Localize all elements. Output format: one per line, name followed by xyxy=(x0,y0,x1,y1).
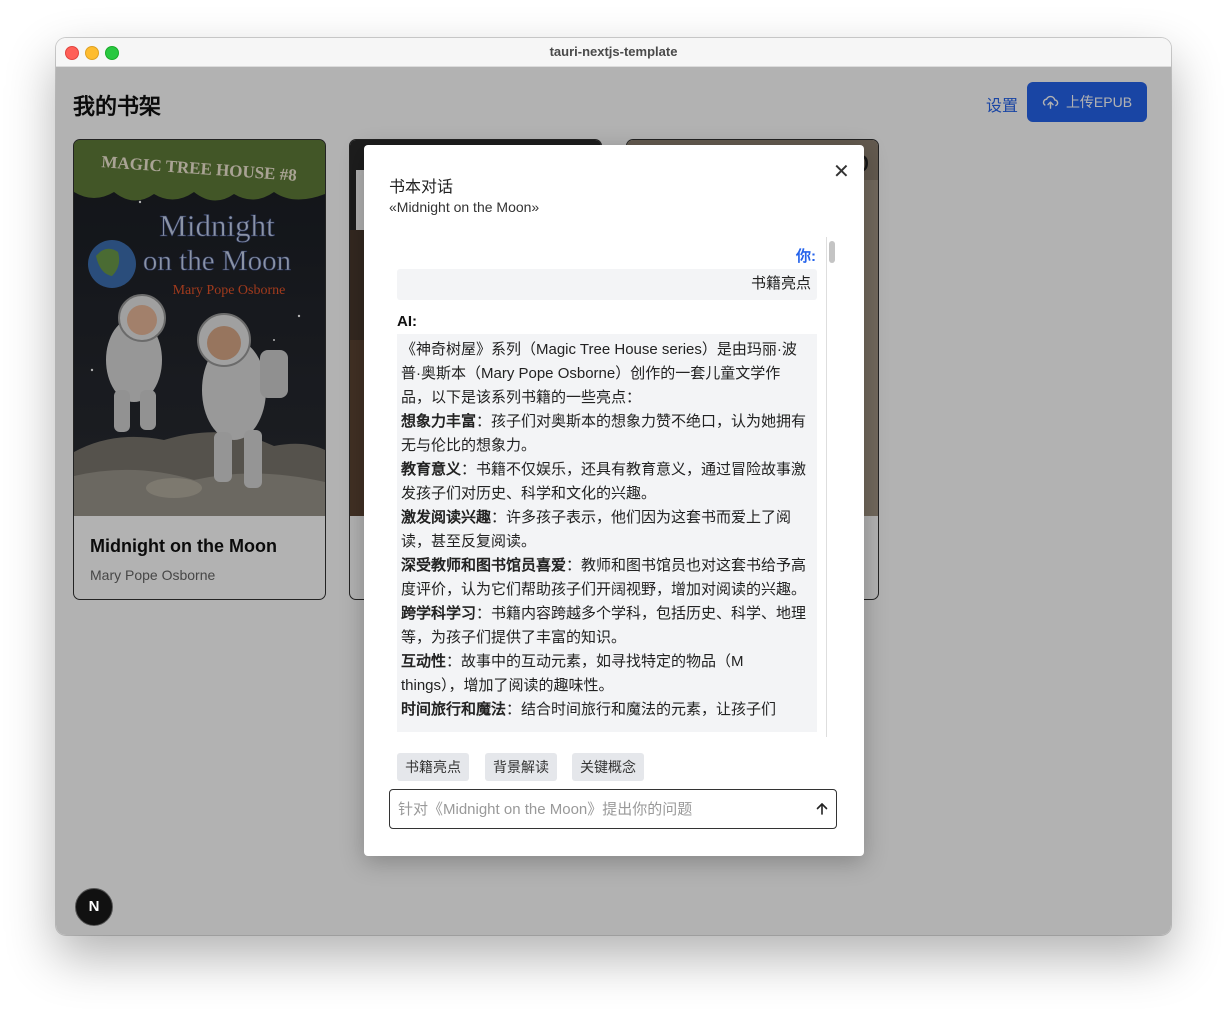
ai-point: 时间旅行和魔法：结合时间旅行和魔法的元素，让孩子们 xyxy=(401,698,807,722)
chat-messages[interactable]: 你: 书籍亮点 AI: 《神奇树屋》系列（Magic Tree House se… xyxy=(397,237,817,737)
ai-intro: 《神奇树屋》系列（Magic Tree House series）是由玛丽·波普… xyxy=(401,341,797,406)
ai-point-text: ：故事中的互动元素，如寻找特定的物品（M things），增加了阅读的趣味性。 xyxy=(401,653,744,694)
ai-point-label: 激发阅读兴趣 xyxy=(401,509,492,526)
ai-point: 激发阅读兴趣：许多孩子表示，他们因为这套书而爱上了阅读，甚至反复阅读。 xyxy=(401,506,807,554)
user-message: 书籍亮点 xyxy=(397,269,817,300)
ai-point-text: ：书籍不仅娱乐，还具有教育意义，通过冒险故事激发孩子们对历史、科学和文化的兴趣。 xyxy=(401,461,807,502)
prompt-chip-background[interactable]: 背景解读 xyxy=(485,753,557,781)
dialog-title: 书本对话 xyxy=(389,179,454,196)
user-label: 你: xyxy=(796,248,816,265)
ai-point-label: 深受教师和图书馆员喜爱 xyxy=(401,557,567,574)
ai-point: 深受教师和图书馆员喜爱：教师和图书馆员也对这套书给予高度评价，认为它们帮助孩子们… xyxy=(401,554,807,602)
book-chat-dialog: ✕ 书本对话 «Midnight on the Moon» 你: 书籍亮点 AI… xyxy=(364,145,864,856)
ai-point: 跨学科学习：书籍内容跨越多个学科，包括历史、科学、地理等，为孩子们提供了丰富的知… xyxy=(401,602,807,650)
close-dialog-icon[interactable]: ✕ xyxy=(833,162,850,182)
maximize-window-button[interactable] xyxy=(105,46,119,60)
send-arrow-up-icon[interactable] xyxy=(814,801,830,817)
ai-point-text: ：结合时间旅行和魔法的元素，让孩子们 xyxy=(506,701,777,718)
bookshelf-page: 我的书架 设置 上传EPUB MAGIC TREE HOUSE #8 Midni… xyxy=(56,67,1171,935)
question-input-box xyxy=(389,789,837,829)
dialog-subtitle: «Midnight on the Moon» xyxy=(389,199,540,215)
prompt-chip-concepts[interactable]: 关键概念 xyxy=(572,753,644,781)
ai-point-label: 互动性 xyxy=(401,653,447,670)
ai-point: 互动性：故事中的互动元素，如寻找特定的物品（M things），增加了阅读的趣味… xyxy=(401,650,807,698)
scrollbar-thumb[interactable] xyxy=(829,241,835,263)
ai-point-label: 时间旅行和魔法 xyxy=(401,701,507,718)
nextjs-dev-badge[interactable]: N xyxy=(75,888,113,926)
ai-label: AI: xyxy=(397,313,417,330)
ai-message: 《神奇树屋》系列（Magic Tree House series）是由玛丽·波普… xyxy=(397,334,817,732)
question-input[interactable] xyxy=(398,790,798,828)
ai-point: 教育意义：书籍不仅娱乐，还具有教育意义，通过冒险故事激发孩子们对历史、科学和文化… xyxy=(401,458,807,506)
minimize-window-button[interactable] xyxy=(85,46,99,60)
ai-point: 想象力丰富：孩子们对奥斯本的想象力赞不绝口，认为她拥有无与伦比的想象力。 xyxy=(401,410,807,458)
window-title: tauri-nextjs-template xyxy=(549,44,678,59)
ai-point-label: 想象力丰富 xyxy=(401,413,477,430)
close-window-button[interactable] xyxy=(65,46,79,60)
prompt-chip-highlights[interactable]: 书籍亮点 xyxy=(397,753,469,781)
app-window: tauri-nextjs-template 我的书架 设置 上传EPUB MAG… xyxy=(56,38,1171,935)
ai-point-label: 教育意义 xyxy=(401,461,462,478)
chat-scrollbar[interactable] xyxy=(826,237,837,737)
ai-point-label: 跨学科学习 xyxy=(401,605,477,622)
title-bar: tauri-nextjs-template xyxy=(56,38,1171,67)
